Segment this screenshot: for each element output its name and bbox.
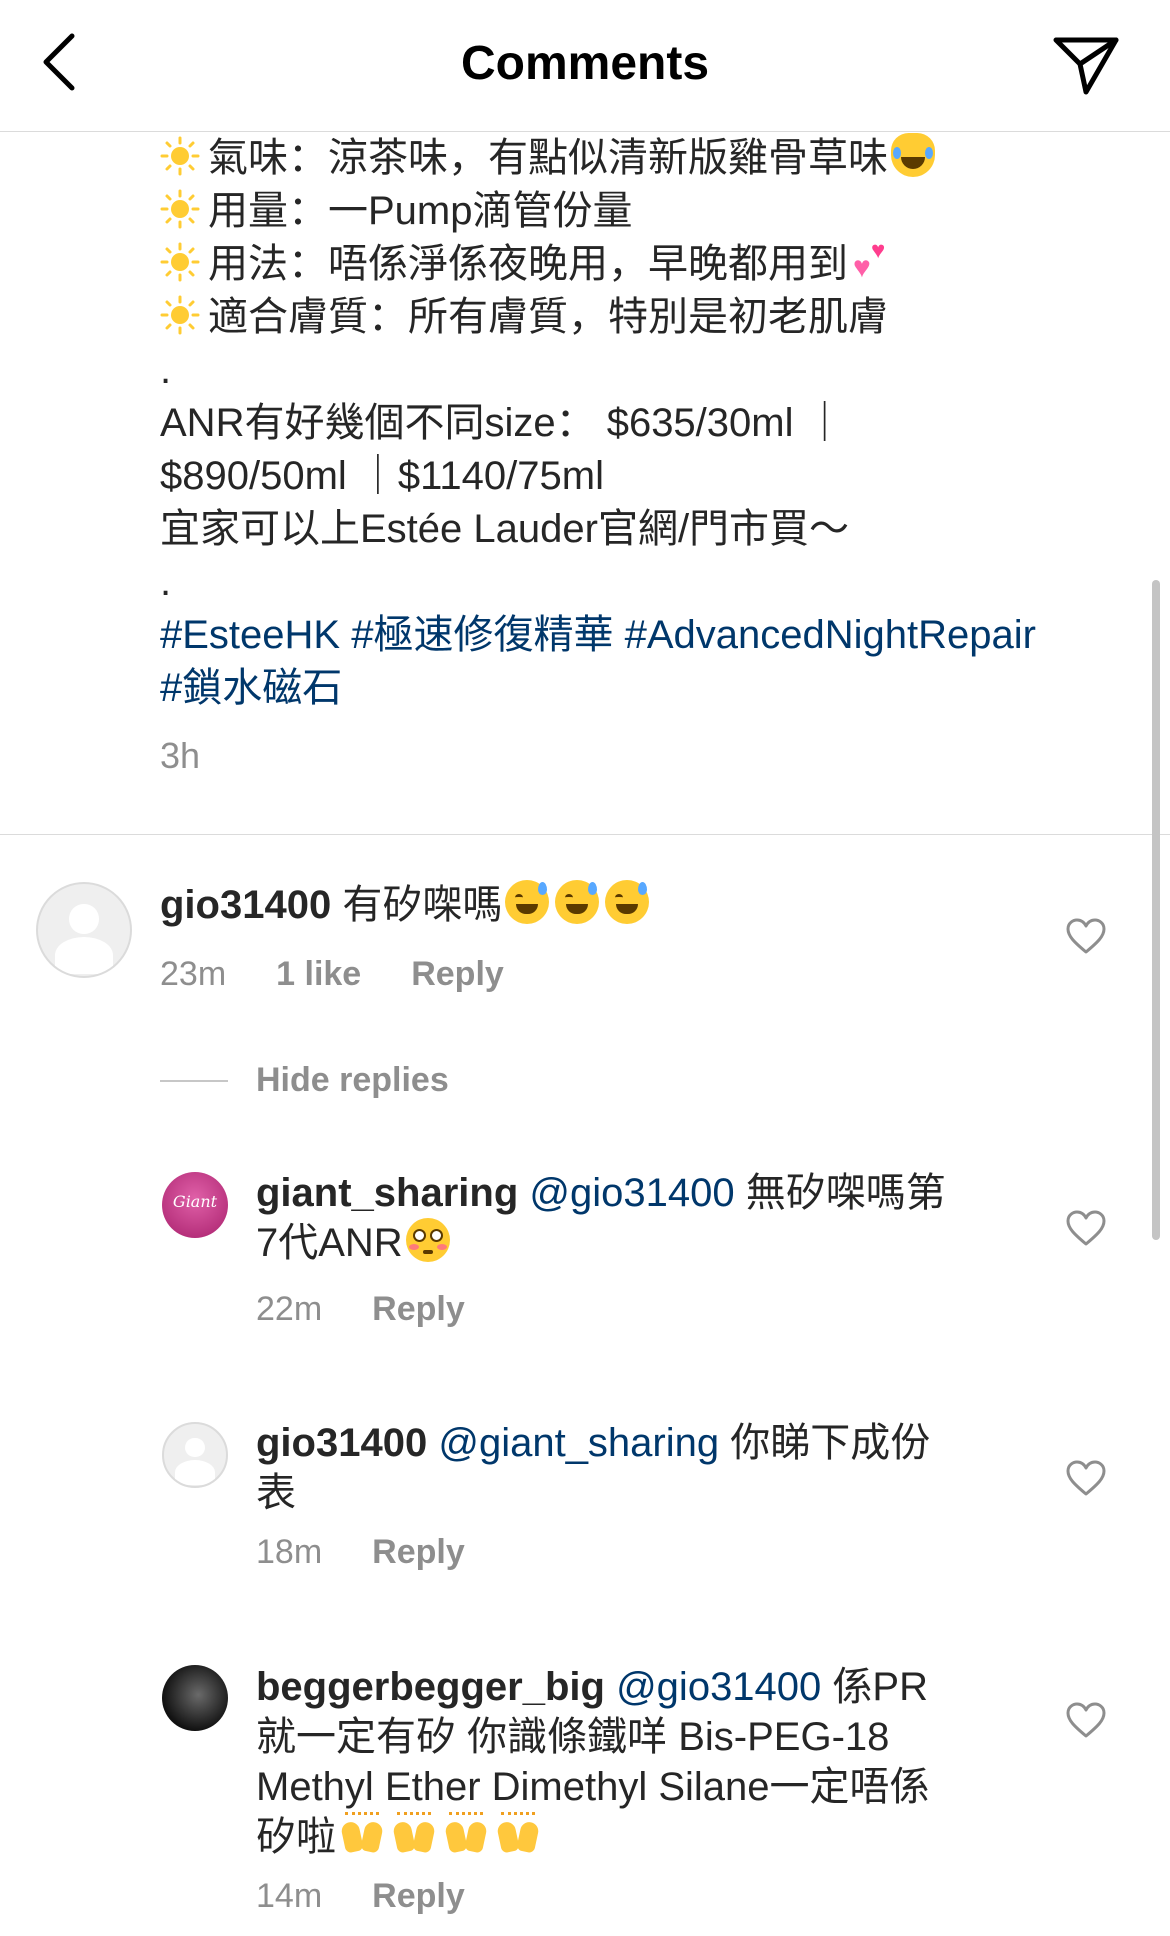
comment-body: 有矽㗎嗎 — [342, 883, 503, 927]
grinning-sweat-emoji-icon — [605, 880, 650, 924]
grinning-sweat-emoji-icon — [555, 880, 600, 924]
grinning-sweat-emoji-icon — [505, 880, 550, 924]
comment-text: gio31400 有矽㗎嗎 — [160, 880, 1040, 930]
raising-hands-emoji-icon — [495, 1812, 541, 1856]
reply-body: Methyl Ether Dimethyl Silane一定唔係 — [256, 1765, 930, 1809]
caption-text: 用法：唔係淨係夜晚用，早晚都用到 — [208, 242, 848, 286]
reply-button[interactable]: Reply — [372, 1290, 465, 1329]
reply-body: 係PR — [832, 1665, 928, 1709]
page-title: Comments — [460, 37, 710, 90]
reply-meta: 22m Reply — [256, 1290, 515, 1329]
reply-button[interactable]: Reply — [372, 1877, 465, 1916]
comment-time: 23m — [160, 955, 227, 993]
avatar[interactable] — [36, 882, 132, 978]
caption-line: 氣味：涼茶味，有點似清新版雞骨草味 — [160, 132, 1120, 185]
raising-hands-emoji-icon — [391, 1812, 437, 1856]
reply-body: 你睇下成份 — [730, 1421, 931, 1465]
caption-line: 宜家可以上Estée Lauder官網/門市買～ — [160, 507, 850, 551]
divider-dash — [160, 1079, 228, 1082]
reply-time: 14m — [256, 1877, 323, 1915]
caption-line: ANR有好幾個不同size： $635/30ml ｜ — [160, 401, 845, 445]
caption-line: . — [160, 348, 172, 392]
caption-text: 適合膚質：所有膚質，特別是初老肌膚 — [208, 295, 888, 339]
mention-link[interactable]: @gio31400 — [616, 1665, 821, 1709]
reply-body: 就一定有矽 你識條鐵咩 Bis-PEG-18 — [256, 1715, 890, 1759]
caption-line: $890/50ml ｜$1140/75ml — [160, 454, 604, 498]
caption-line: 用量：一Pump滴管份量 — [160, 185, 1120, 238]
reply-body: 7代ANR — [256, 1221, 403, 1265]
hide-replies-button[interactable]: Hide replies — [160, 1061, 449, 1100]
caption-timestamp: 3h — [160, 735, 201, 776]
two-hearts-emoji-icon: ♥ ♥ — [853, 237, 886, 284]
mention-link[interactable]: @gio31400 — [529, 1171, 734, 1215]
raising-hands-emoji-icon — [443, 1812, 489, 1856]
caption-text: 用量：一Pump滴管份量 — [208, 189, 633, 233]
flushed-face-emoji-icon — [405, 1218, 450, 1262]
likes-count[interactable]: 1 like — [276, 955, 361, 994]
share-button[interactable] — [1046, 30, 1126, 100]
reply-time: 18m — [256, 1533, 323, 1571]
scrollbar[interactable] — [1152, 580, 1160, 1240]
reply-username[interactable]: beggerbegger_big — [256, 1665, 605, 1709]
reply-body: 表 — [256, 1471, 296, 1515]
reply-button[interactable]: Reply — [411, 955, 504, 994]
comment-username[interactable]: gio31400 — [160, 883, 331, 927]
mention-link[interactable]: @giant_sharing — [438, 1421, 719, 1465]
divider — [0, 834, 1170, 835]
caption-line: . — [160, 560, 172, 604]
reply-body: 矽啦 — [256, 1815, 336, 1859]
hide-replies-label: Hide replies — [256, 1061, 449, 1099]
header-bar: Comments — [0, 0, 1170, 132]
sun-icon — [160, 189, 200, 229]
sun-icon — [160, 242, 200, 282]
reply-text: giant_sharing @gio31400 無矽㗎嗎第 7代ANR — [256, 1168, 1016, 1268]
reply-username[interactable]: gio31400 — [256, 1421, 427, 1465]
reply-button[interactable]: Reply — [372, 1533, 465, 1572]
reply-time: 22m — [256, 1290, 323, 1328]
heart-icon[interactable] — [1066, 1702, 1106, 1738]
sun-icon — [160, 295, 200, 335]
raising-hands-emoji-icon — [339, 1812, 385, 1856]
caption-line: 用法：唔係淨係夜晚用，早晚都用到 ♥ ♥ — [160, 238, 1120, 291]
avatar[interactable]: Giant — [162, 1172, 228, 1238]
reply-text: beggerbegger_big @gio31400 係PR 就一定有矽 你識條… — [256, 1662, 1056, 1862]
caption-text: 氣味：涼茶味，有點似清新版雞骨草味 — [208, 136, 888, 180]
reply-meta: 18m Reply — [256, 1533, 515, 1572]
reply-body: 無矽㗎嗎第 — [745, 1171, 946, 1215]
laughing-cat-emoji-icon — [891, 133, 935, 177]
caption-line: 適合膚質：所有膚質，特別是初老肌膚 — [160, 291, 1120, 344]
avatar[interactable] — [162, 1422, 228, 1488]
reply-text: gio31400 @giant_sharing 你睇下成份 表 — [256, 1418, 1016, 1518]
paper-plane-icon — [1053, 37, 1119, 95]
avatar-logo-text: Giant — [172, 1192, 218, 1211]
caption-hashtags[interactable]: #EsteeHK #極速修復精華 #AdvancedNightRepair — [160, 609, 1120, 662]
heart-icon[interactable] — [1066, 918, 1106, 954]
avatar[interactable] — [162, 1665, 228, 1731]
reply-meta: 14m Reply — [256, 1877, 515, 1916]
heart-icon[interactable] — [1066, 1460, 1106, 1496]
sun-icon — [160, 136, 200, 176]
reply-username[interactable]: giant_sharing — [256, 1171, 518, 1215]
comment-meta: 23m 1 like Reply — [160, 955, 554, 994]
post-caption: 氣味：涼茶味，有點似清新版雞骨草味 用量：一Pump滴管份量 用法：唔係淨係夜晚… — [160, 92, 1120, 782]
caption-hashtags[interactable]: #鎖水磁石 — [160, 662, 1120, 715]
heart-icon[interactable] — [1066, 1210, 1106, 1246]
